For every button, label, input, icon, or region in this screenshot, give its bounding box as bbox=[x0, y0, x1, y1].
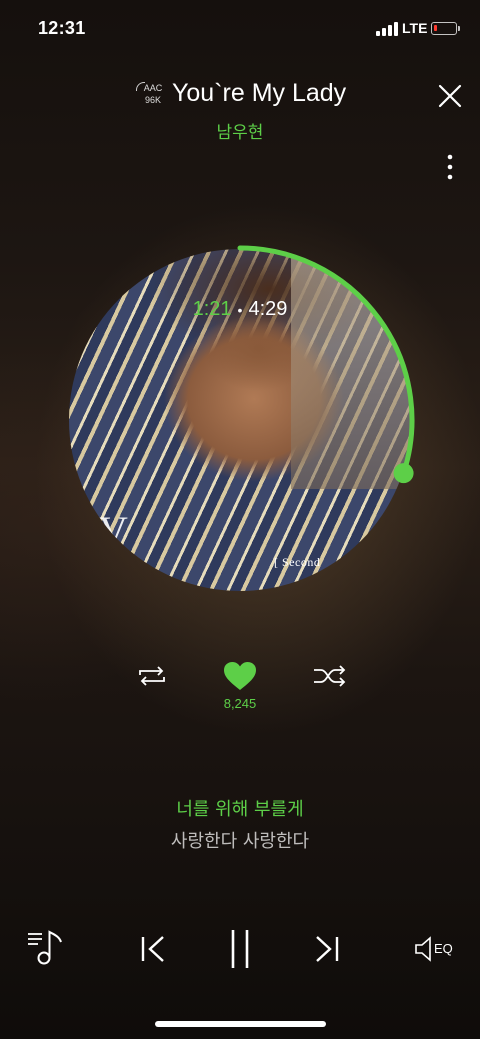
quality-codec: AAC bbox=[143, 83, 163, 93]
battery-level bbox=[434, 25, 437, 31]
repeat-button[interactable] bbox=[134, 664, 170, 688]
previous-button[interactable] bbox=[138, 934, 168, 964]
like-count: 8,245 bbox=[223, 696, 257, 711]
album-art-player[interactable]: V [ Second bbox=[60, 240, 420, 600]
progress-arc bbox=[237, 245, 415, 476]
action-row: 8,245 bbox=[0, 660, 480, 720]
close-button[interactable] bbox=[436, 82, 464, 110]
lyric-next-line[interactable]: 사랑한다 사랑한다 bbox=[0, 827, 480, 853]
close-icon bbox=[438, 84, 462, 108]
pause-icon bbox=[231, 930, 249, 968]
time-display: 1:21 • 4:29 bbox=[0, 298, 480, 321]
total-time: 4:29 bbox=[248, 298, 288, 320]
signal-icon bbox=[376, 22, 398, 36]
more-vertical-icon bbox=[447, 154, 453, 180]
heart-icon bbox=[224, 662, 256, 690]
battery-icon bbox=[431, 22, 460, 35]
audio-quality-badge: AAC 96K bbox=[136, 82, 164, 108]
speaker-icon bbox=[415, 936, 431, 962]
artist-name[interactable]: 남우현 bbox=[0, 118, 480, 143]
shuffle-icon bbox=[314, 665, 346, 687]
network-label: LTE bbox=[402, 20, 428, 36]
previous-icon bbox=[141, 936, 164, 962]
repeat-icon bbox=[139, 666, 165, 686]
song-title: You`re My Lady bbox=[172, 79, 347, 107]
player-controls: EQ bbox=[0, 920, 480, 980]
next-button[interactable] bbox=[312, 934, 342, 964]
time-separator: • bbox=[237, 302, 243, 318]
equalizer-button[interactable]: EQ bbox=[414, 934, 460, 964]
status-bar: 12:31 LTE bbox=[0, 0, 480, 60]
like-button[interactable] bbox=[222, 660, 258, 692]
more-options-button[interactable] bbox=[440, 152, 460, 184]
eq-label: EQ bbox=[434, 941, 453, 956]
quality-bitrate: 96K bbox=[144, 95, 161, 105]
status-time: 12:31 bbox=[38, 18, 86, 38]
lyric-current-line[interactable]: 너를 위해 부를게 bbox=[0, 795, 480, 821]
playlist-button[interactable] bbox=[26, 928, 66, 968]
pause-button[interactable] bbox=[226, 928, 254, 970]
current-time: 1:21 bbox=[192, 298, 232, 320]
shuffle-button[interactable] bbox=[312, 664, 348, 688]
home-indicator[interactable] bbox=[155, 1021, 326, 1027]
next-icon bbox=[316, 936, 339, 962]
progress-knob[interactable] bbox=[393, 463, 414, 484]
progress-ring[interactable] bbox=[60, 240, 420, 600]
playlist-icon bbox=[28, 930, 62, 965]
